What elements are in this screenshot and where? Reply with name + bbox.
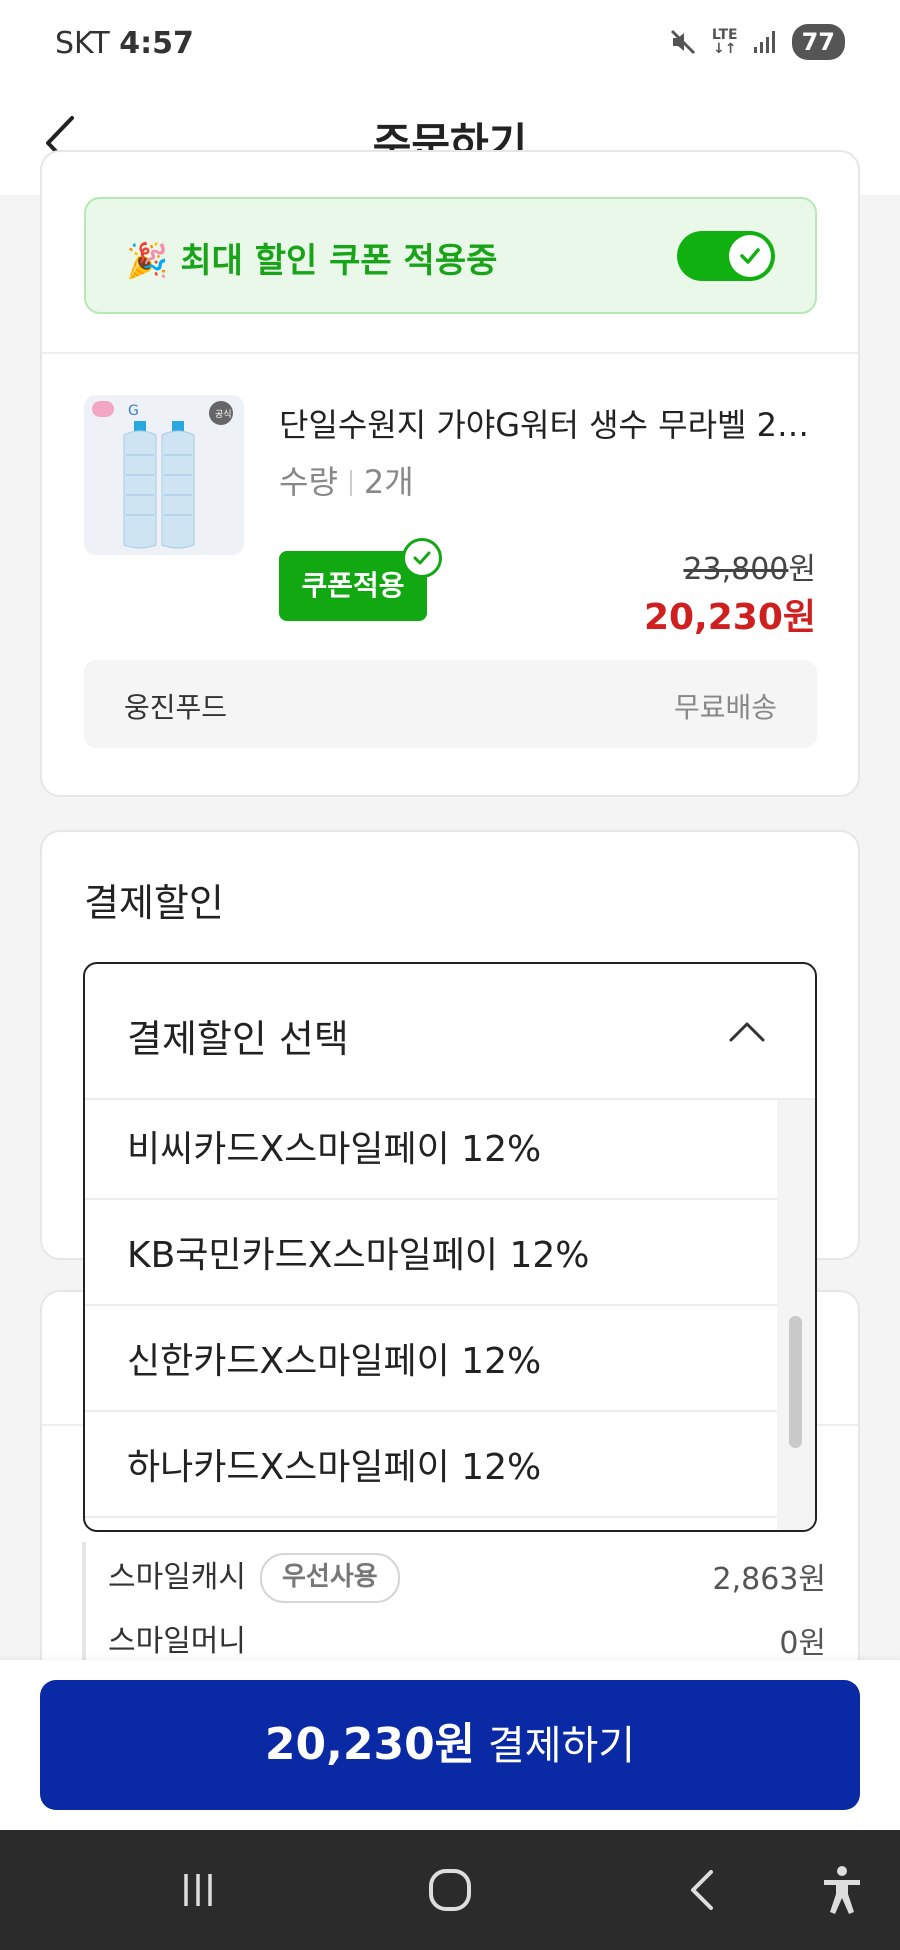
dropdown-header[interactable]: 결제할인 선택 [85, 964, 815, 1100]
quantity-separator [349, 470, 352, 496]
payment-discount-title: 결제할인 [84, 881, 224, 925]
priority-use-button[interactable]: 우선사용 [260, 1553, 400, 1603]
home-icon [429, 1869, 471, 1911]
signal-icon [752, 29, 778, 55]
coupon-applied-check-icon [402, 538, 442, 578]
dropdown-scrollbar-thumb[interactable] [789, 1316, 802, 1448]
lte-icon: LTE ↓↑ [711, 27, 738, 57]
pay-amount: 20,230원 [264, 1719, 476, 1770]
max-coupon-banner: 🎉 최대 할인 쿠폰 적용중 [84, 197, 817, 314]
water-bottles-image: G 공식 [84, 395, 244, 555]
original-price: 23,800원 [683, 544, 816, 588]
coupon-banner-label: 최대 할인 쿠폰 적용중 [180, 241, 498, 281]
product-quantity: 수량 2개 [279, 457, 414, 503]
option-label: KB국민카드X스마일페이 12% [127, 1235, 590, 1276]
coupon-toggle[interactable] [677, 231, 775, 281]
status-icons: LTE ↓↑ 77 [668, 24, 845, 60]
payment-value: 2,863원 [712, 1562, 826, 1597]
payment-discount-dropdown[interactable]: 결제할인 선택 비씨카드X스마일페이 12% KB국민카드X스마일페이 12% … [83, 962, 817, 1532]
seller-bar: 웅진푸드 무료배송 [84, 660, 817, 748]
option-label: 신한카드X스마일페이 12% [127, 1341, 542, 1382]
option-label: 비씨카드X스마일페이 12% [127, 1129, 542, 1170]
coupon-banner-text: 🎉 최대 할인 쿠폰 적용중 [126, 233, 497, 282]
check-icon [740, 248, 760, 264]
option-label: 하나카드X스마일페이 12% [127, 1447, 542, 1488]
order-product-card: 🎉 최대 할인 쿠폰 적용중 G 공식 단일수원지 가야G워터 생수 무라벨 2L… [40, 150, 860, 797]
payment-label: 스마일머니 [108, 1616, 246, 1660]
quantity-label: 수량 [279, 463, 338, 501]
quantity-value: 2개 [363, 463, 414, 501]
pay-label: 결제하기 [487, 1723, 636, 1769]
recent-apps-icon [184, 1874, 212, 1906]
carrier: SKT [55, 26, 110, 61]
dropdown-scrollbar-track[interactable] [777, 1100, 815, 1530]
thumbnail-badge: 공식 [215, 409, 232, 420]
dropdown-placeholder: 결제할인 선택 [127, 1017, 349, 1061]
home-button[interactable] [420, 1860, 480, 1920]
pay-bar: 20,230원 결제하기 [0, 1660, 900, 1830]
original-price-currency: 원 [788, 552, 816, 587]
back-icon [691, 1870, 713, 1910]
network-label: LTE [711, 27, 738, 43]
toggle-knob [729, 235, 771, 277]
accessibility-icon [824, 1866, 860, 1914]
seller-name[interactable]: 웅진푸드 [124, 686, 227, 726]
payment-row-smile-cash: 스마일캐시 우선사용 2,863원 [86, 1542, 826, 1606]
payment-label: 스마일캐시 우선사용 [108, 1552, 400, 1603]
payment-method-list: 스마일캐시 우선사용 2,863원 스마일머니 0원 [82, 1542, 826, 1670]
payment-label-text: 스마일캐시 [108, 1560, 246, 1595]
dropdown-option[interactable]: 신한카드X스마일페이 12% [85, 1306, 778, 1412]
system-back-button[interactable] [673, 1860, 733, 1920]
system-nav-bar [0, 1830, 900, 1950]
divider [42, 352, 858, 354]
mute-icon [668, 27, 698, 57]
pay-button[interactable]: 20,230원 결제하기 [40, 1680, 860, 1810]
chevron-up-icon [729, 1022, 765, 1042]
party-popper-icon: 🎉 [126, 241, 169, 281]
product-name[interactable]: 단일수원지 가야G워터 생수 무라벨 2L x 12개 [279, 400, 824, 446]
svg-text:G: G [128, 403, 139, 419]
accessibility-button[interactable] [812, 1860, 872, 1920]
dropdown-options: 비씨카드X스마일페이 12% KB국민카드X스마일페이 12% 신한카드X스마일… [85, 1100, 778, 1518]
product-thumbnail[interactable]: G 공식 [84, 395, 244, 555]
carrier-time: SKT 4:57 [55, 26, 194, 61]
clock: 4:57 [119, 26, 194, 61]
dropdown-option[interactable]: KB국민카드X스마일페이 12% [85, 1200, 778, 1306]
battery-icon: 77 [791, 24, 845, 60]
sale-price: 20,230원 [643, 597, 816, 638]
battery-level: 77 [801, 28, 835, 56]
payment-label-text: 스마일머니 [108, 1624, 246, 1659]
recent-apps-button[interactable] [168, 1860, 228, 1920]
shipping-info: 무료배송 [673, 691, 777, 724]
dropdown-option[interactable]: 비씨카드X스마일페이 12% [85, 1100, 778, 1200]
status-bar: SKT 4:57 LTE ↓↑ 77 [0, 0, 900, 90]
payment-value: 0원 [779, 1626, 826, 1661]
dropdown-option[interactable]: 하나카드X스마일페이 12% [85, 1412, 778, 1518]
original-price-value: 23,800 [683, 552, 789, 587]
